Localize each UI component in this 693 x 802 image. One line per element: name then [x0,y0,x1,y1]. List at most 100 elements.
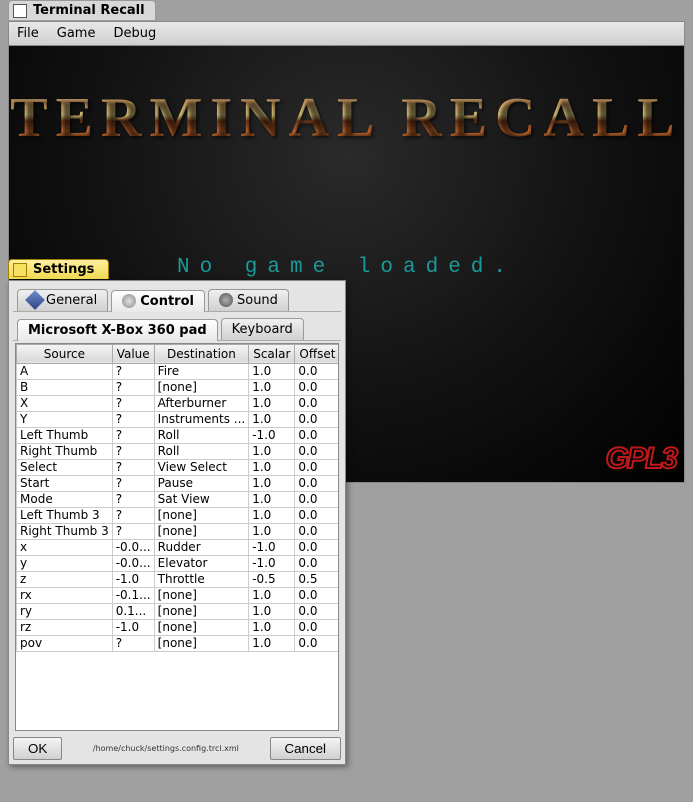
cell-value[interactable]: 0.1... [112,603,154,619]
cell-value[interactable]: -1.0 [112,571,154,587]
cell-source[interactable]: Left Thumb 3 [17,507,113,523]
table-row[interactable]: rx-0.1...[none]1.00.0 [17,587,340,603]
cell-source[interactable]: rz [17,619,113,635]
cell-scalar[interactable]: 1.0 [249,491,295,507]
cell-destination[interactable]: Instruments ... [154,411,249,427]
table-row[interactable]: A?Fire1.00.0 [17,363,340,379]
cell-scalar[interactable]: 1.0 [249,619,295,635]
menu-debug[interactable]: Debug [113,26,156,41]
cell-destination[interactable]: Rudder [154,539,249,555]
cell-offset[interactable]: 0.0 [295,619,339,635]
cell-destination[interactable]: Afterburner [154,395,249,411]
cell-offset[interactable]: 0.0 [295,603,339,619]
cell-value[interactable]: ? [112,395,154,411]
cell-scalar[interactable]: -1.0 [249,539,295,555]
cell-scalar[interactable]: -1.0 [249,555,295,571]
cell-source[interactable]: rx [17,587,113,603]
cancel-button[interactable]: Cancel [270,737,342,760]
cell-value[interactable]: ? [112,363,154,379]
cell-value[interactable]: ? [112,475,154,491]
cell-offset[interactable]: 0.0 [295,475,339,491]
table-row[interactable]: rz-1.0[none]1.00.0 [17,619,340,635]
col-offset[interactable]: Offset [295,344,339,363]
cell-destination[interactable]: Roll [154,427,249,443]
cell-offset[interactable]: 0.0 [295,635,339,651]
table-row[interactable]: Left Thumb?Roll-1.00.0 [17,427,340,443]
cell-value[interactable]: ? [112,379,154,395]
cell-scalar[interactable]: 1.0 [249,459,295,475]
cell-value[interactable]: ? [112,411,154,427]
cell-offset[interactable]: 0.0 [295,507,339,523]
cell-scalar[interactable]: 1.0 [249,507,295,523]
cell-value[interactable]: ? [112,427,154,443]
cell-scalar[interactable]: 1.0 [249,395,295,411]
cell-source[interactable]: Select [17,459,113,475]
cell-offset[interactable]: 0.0 [295,427,339,443]
cell-offset[interactable]: 0.0 [295,395,339,411]
col-destination[interactable]: Destination [154,344,249,363]
cell-offset[interactable]: 0.0 [295,491,339,507]
table-row[interactable]: z-1.0Throttle-0.50.5 [17,571,340,587]
table-row[interactable]: ry0.1...[none]1.00.0 [17,603,340,619]
table-row[interactable]: Mode?Sat View1.00.0 [17,491,340,507]
cell-scalar[interactable]: -0.5 [249,571,295,587]
cell-value[interactable]: ? [112,507,154,523]
cell-offset[interactable]: 0.0 [295,459,339,475]
table-row[interactable]: y-0.0...Elevator-1.00.0 [17,555,340,571]
cell-scalar[interactable]: 1.0 [249,363,295,379]
table-row[interactable]: Select?View Select1.00.0 [17,459,340,475]
col-source[interactable]: Source [17,344,113,363]
cell-offset[interactable]: 0.0 [295,555,339,571]
cell-source[interactable]: A [17,363,113,379]
cell-destination[interactable]: Fire [154,363,249,379]
cell-scalar[interactable]: 1.0 [249,523,295,539]
table-row[interactable]: Left Thumb 3?[none]1.00.0 [17,507,340,523]
ok-button[interactable]: OK [13,737,62,760]
cell-scalar[interactable]: 1.0 [249,379,295,395]
cell-source[interactable]: Mode [17,491,113,507]
cell-offset[interactable]: 0.0 [295,411,339,427]
cell-scalar[interactable]: 1.0 [249,603,295,619]
cell-offset[interactable]: 0.0 [295,443,339,459]
cell-destination[interactable]: Throttle [154,571,249,587]
table-row[interactable]: Y?Instruments ...1.00.0 [17,411,340,427]
cell-value[interactable]: -0.1... [112,587,154,603]
cell-source[interactable]: Right Thumb 3 [17,523,113,539]
cell-source[interactable]: Start [17,475,113,491]
cell-value[interactable]: ? [112,443,154,459]
cell-destination[interactable]: Roll [154,443,249,459]
cell-source[interactable]: Y [17,411,113,427]
table-row[interactable]: Start?Pause1.00.0 [17,475,340,491]
cell-destination[interactable]: Pause [154,475,249,491]
cell-value[interactable]: -0.0... [112,539,154,555]
table-row[interactable]: B?[none]1.00.0 [17,379,340,395]
cell-scalar[interactable]: 1.0 [249,587,295,603]
table-row[interactable]: Right Thumb 3?[none]1.00.0 [17,523,340,539]
col-value[interactable]: Value [112,344,154,363]
cell-destination[interactable]: [none] [154,379,249,395]
cell-scalar[interactable]: 1.0 [249,411,295,427]
tab-general[interactable]: General [17,289,108,311]
cell-scalar[interactable]: -1.0 [249,427,295,443]
cell-source[interactable]: pov [17,635,113,651]
menu-file[interactable]: File [17,26,39,41]
cell-destination[interactable]: [none] [154,523,249,539]
main-title-tab[interactable]: Terminal Recall [8,0,156,20]
cell-destination[interactable]: Sat View [154,491,249,507]
cell-destination[interactable]: [none] [154,603,249,619]
cell-destination[interactable]: [none] [154,587,249,603]
cell-destination[interactable]: Elevator [154,555,249,571]
menu-game[interactable]: Game [57,26,96,41]
cell-value[interactable]: -0.0... [112,555,154,571]
cell-source[interactable]: x [17,539,113,555]
cell-destination[interactable]: [none] [154,619,249,635]
cell-value[interactable]: -1.0 [112,619,154,635]
cell-destination[interactable]: View Select [154,459,249,475]
tab-control[interactable]: Control [111,290,205,312]
table-row[interactable]: x-0.0...Rudder-1.00.0 [17,539,340,555]
cell-value[interactable]: ? [112,459,154,475]
table-row[interactable]: X?Afterburner1.00.0 [17,395,340,411]
cell-source[interactable]: z [17,571,113,587]
cell-destination[interactable]: [none] [154,507,249,523]
cell-source[interactable]: y [17,555,113,571]
